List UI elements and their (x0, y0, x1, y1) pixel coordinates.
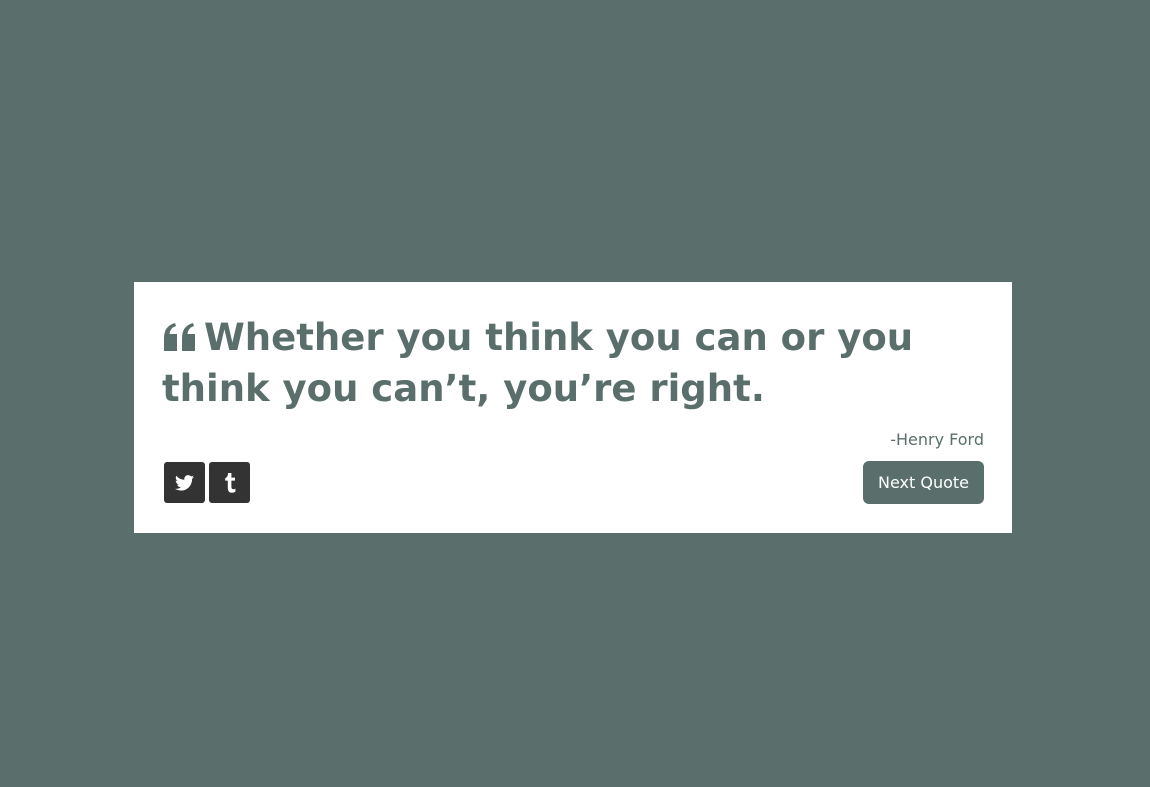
tweet-button[interactable] (164, 462, 205, 503)
quote-text-block: Whether you think you can or you think y… (162, 312, 982, 414)
quote-box: Whether you think you can or you think y… (134, 282, 1012, 533)
tumblr-button[interactable] (209, 462, 250, 503)
quote-text: Whether you think you can or you think y… (162, 316, 914, 410)
tumblr-icon (224, 472, 236, 493)
next-quote-button[interactable]: Next Quote (863, 461, 984, 504)
quote-author: -Henry Ford (890, 430, 984, 449)
quote-left-icon (162, 322, 198, 352)
twitter-icon (175, 474, 194, 491)
